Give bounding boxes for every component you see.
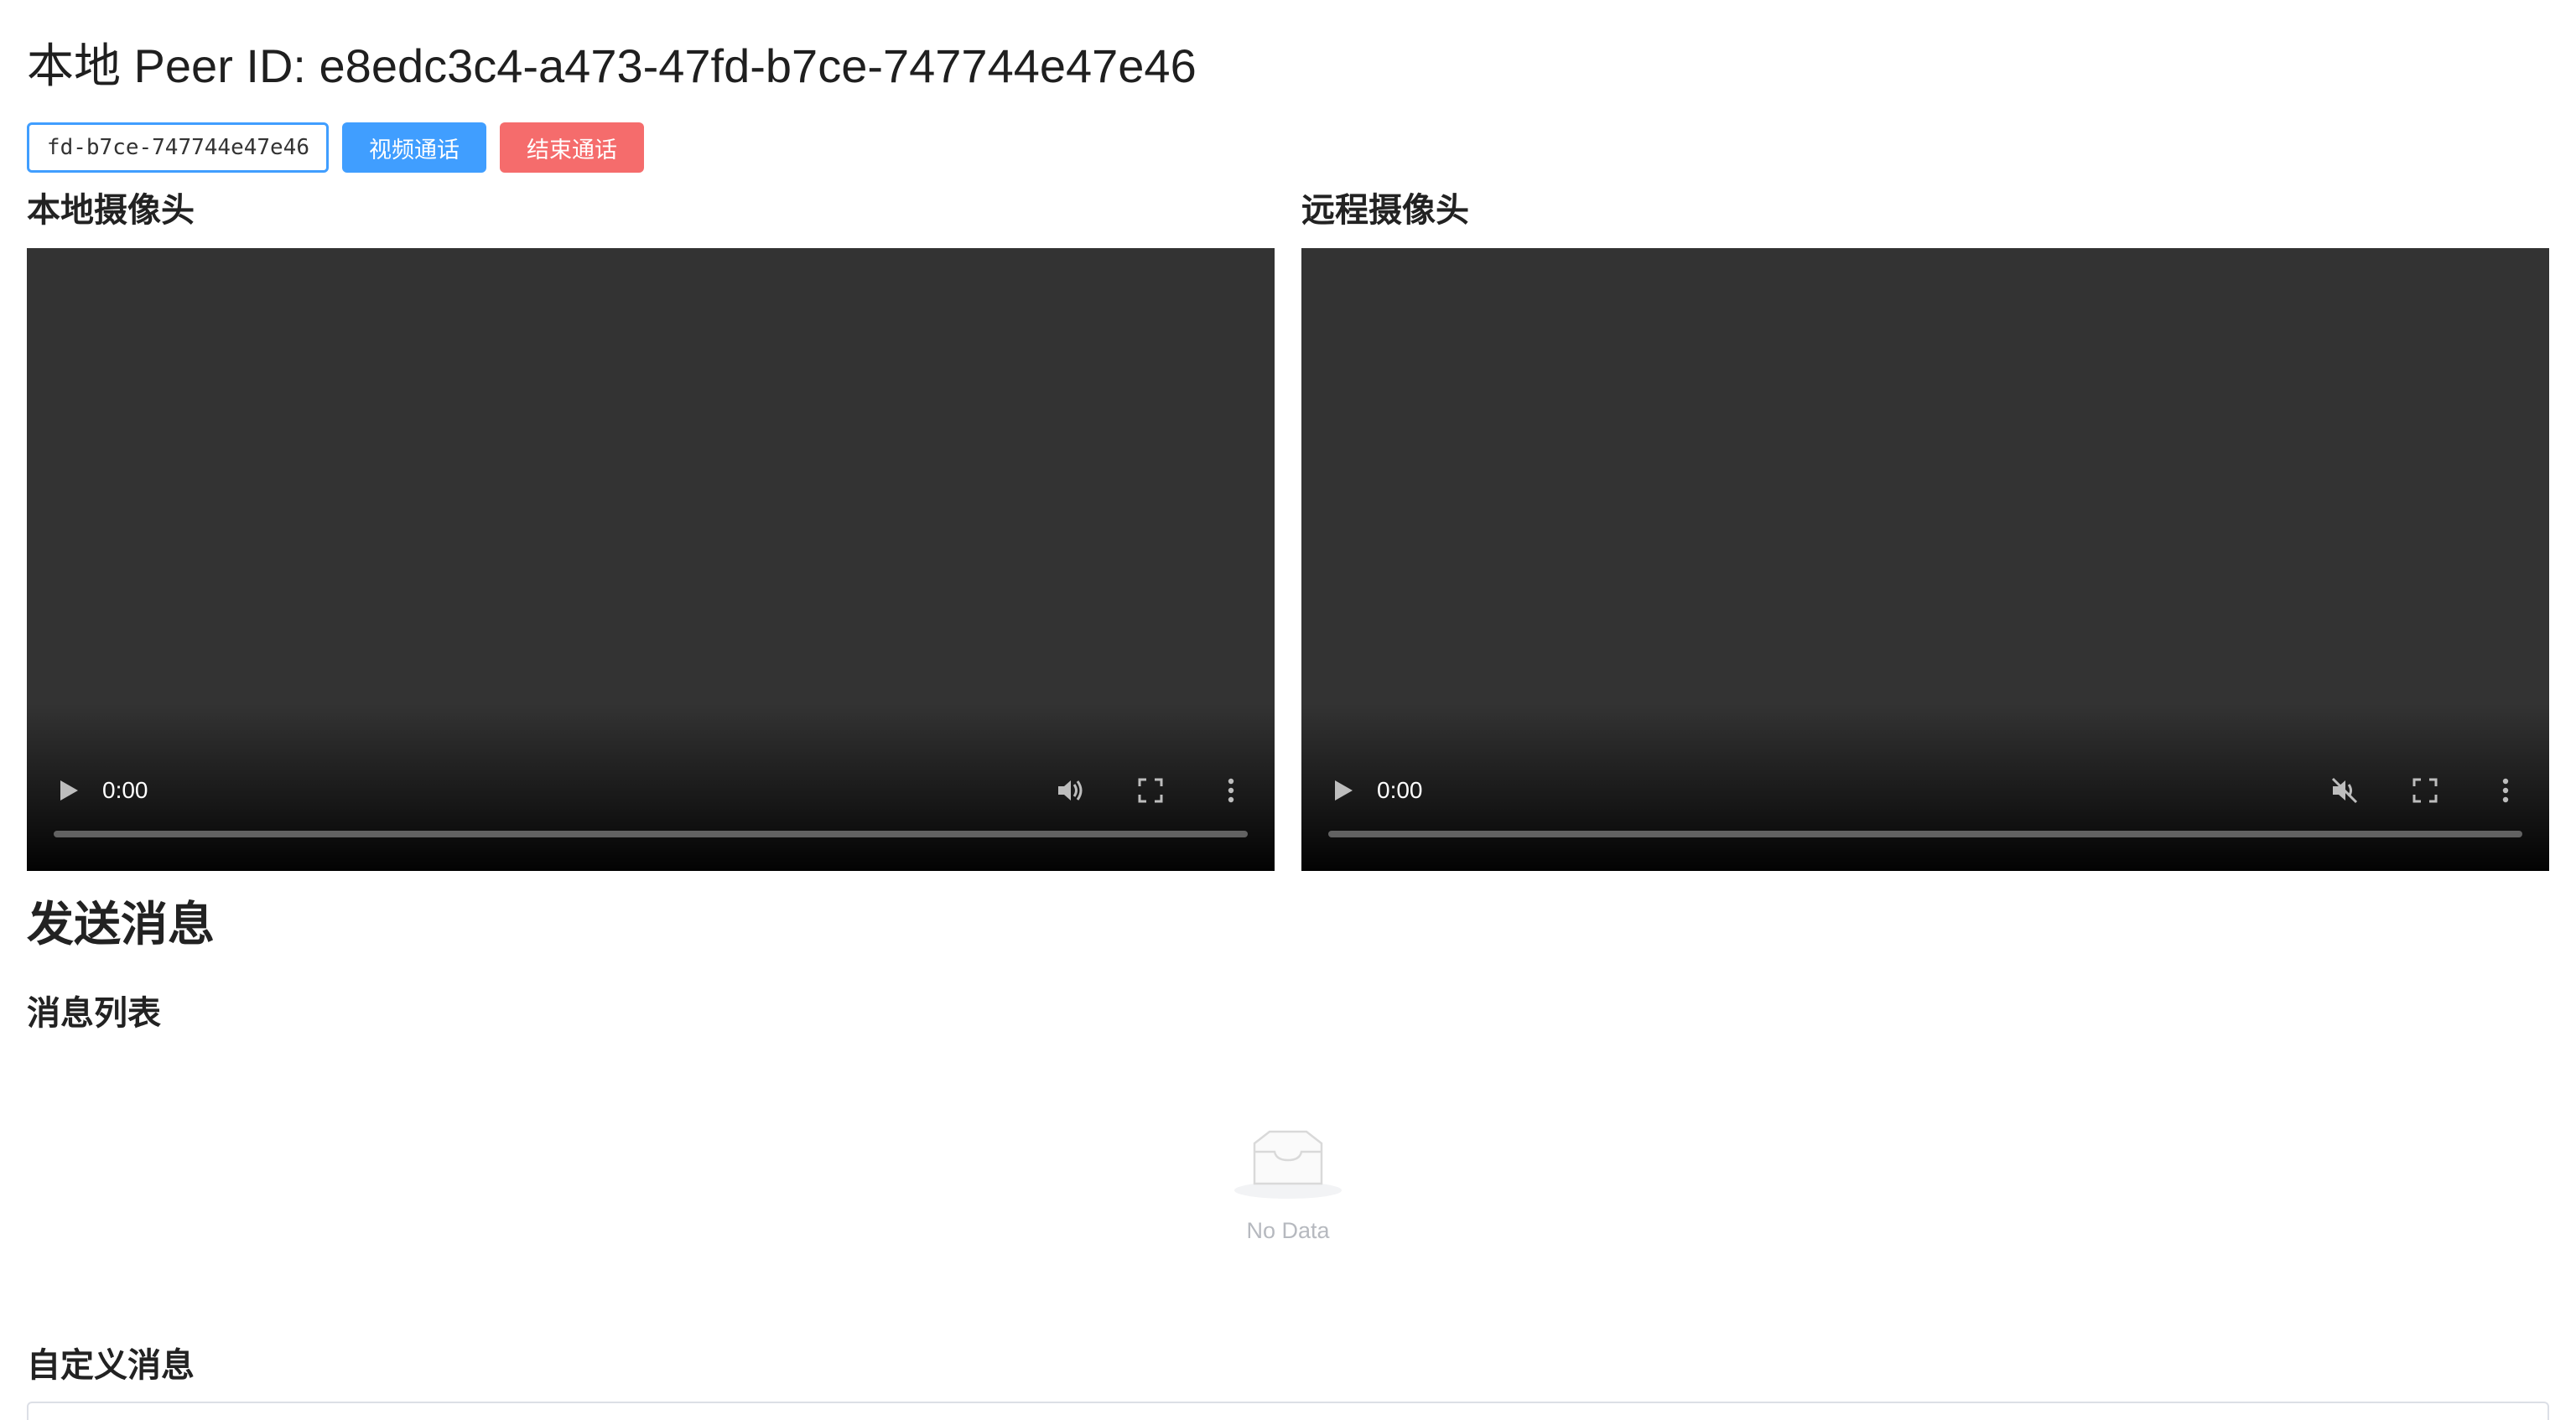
- play-icon[interactable]: [1327, 774, 1360, 807]
- page-title: 本地 Peer ID: e8edc3c4-a473-47fd-b7ce-7477…: [27, 39, 1197, 92]
- fullscreen-icon[interactable]: [2407, 772, 2444, 809]
- local-camera-title: 本地摄像头: [27, 191, 195, 230]
- video-progress-bar[interactable]: [1328, 831, 2522, 837]
- remote-camera-title: 远程摄像头: [1301, 191, 1469, 230]
- send-message-heading: 发送消息: [27, 898, 215, 952]
- message-list-heading: 消息列表: [27, 994, 161, 1033]
- volume-muted-icon[interactable]: [2326, 772, 2363, 809]
- video-time: 0:00: [1377, 777, 1423, 803]
- remote-video-player[interactable]: 0:00: [1301, 248, 2549, 871]
- video-call-button[interactable]: 视频通话: [342, 122, 486, 173]
- volume-on-icon[interactable]: [1052, 772, 1088, 809]
- play-icon[interactable]: [52, 774, 86, 807]
- call-toolbar: 视频通话 结束通话: [27, 122, 644, 173]
- custom-message-input[interactable]: [27, 1402, 2549, 1420]
- remote-peer-id-input[interactable]: [27, 122, 329, 173]
- more-options-icon[interactable]: [2487, 772, 2524, 809]
- local-video-player[interactable]: 0:00: [27, 248, 1275, 871]
- video-controls: 0:00: [1301, 765, 2549, 816]
- page: 本地 Peer ID: e8edc3c4-a473-47fd-b7ce-7477…: [0, 0, 2576, 1420]
- video-progress-bar[interactable]: [54, 831, 1248, 837]
- video-time: 0:00: [102, 777, 148, 803]
- custom-message-heading: 自定义消息: [27, 1346, 195, 1385]
- message-list-empty-state: No Data: [1204, 1128, 1372, 1244]
- empty-text: No Data: [1246, 1218, 1330, 1243]
- more-options-icon[interactable]: [1213, 772, 1249, 809]
- video-controls: 0:00: [27, 765, 1275, 816]
- fullscreen-icon[interactable]: [1132, 772, 1169, 809]
- end-call-button[interactable]: 结束通话: [500, 122, 644, 173]
- empty-inbox-icon: [1234, 1130, 1342, 1199]
